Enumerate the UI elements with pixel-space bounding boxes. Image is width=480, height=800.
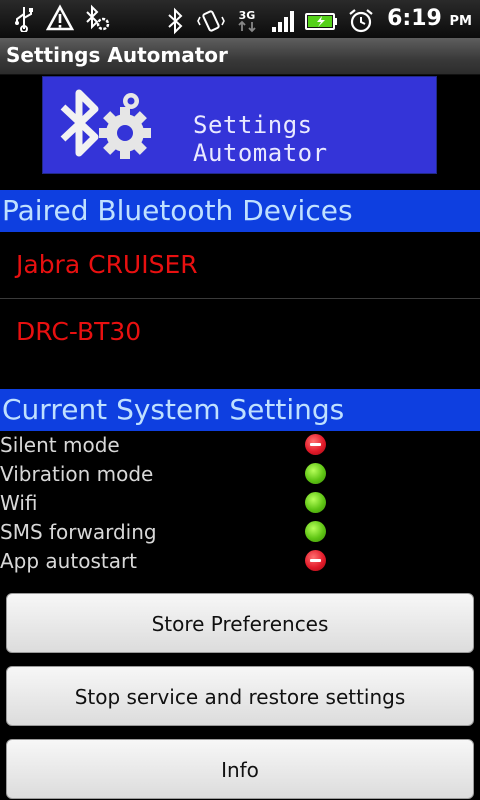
setting-label: Silent mode xyxy=(0,433,120,457)
app-banner: Settings Automator xyxy=(42,76,437,174)
app-title-bar: Settings Automator xyxy=(0,38,480,75)
paired-devices-header: Paired Bluetooth Devices xyxy=(0,190,480,232)
setting-label: Wifi xyxy=(0,491,38,515)
vibrate-icon xyxy=(197,9,226,32)
usb-icon xyxy=(15,7,33,32)
setting-row-silent-mode: Silent mode xyxy=(0,431,480,460)
app-title: Settings Automator xyxy=(6,43,228,67)
status-bar: 3G 6:19 PM xyxy=(0,0,480,38)
3g-icon: 3G xyxy=(238,9,256,32)
bluetooth-gear-logo xyxy=(60,89,151,159)
device-name: Jabra CRUISER xyxy=(16,250,198,279)
setting-row-vibration-mode: Vibration mode xyxy=(0,460,480,489)
status-off-icon xyxy=(305,434,326,455)
svg-text:3G: 3G xyxy=(239,9,256,22)
setting-row-sms-forwarding: SMS forwarding xyxy=(0,518,480,547)
setting-row-wifi: Wifi xyxy=(0,489,480,518)
info-button[interactable]: Info xyxy=(6,739,474,799)
status-off-icon xyxy=(305,550,326,571)
current-settings-header: Current System Settings xyxy=(0,389,480,431)
list-item-device[interactable]: Jabra CRUISER xyxy=(0,232,480,299)
list-item-device[interactable]: DRC-BT30 xyxy=(0,299,480,365)
status-on-icon xyxy=(305,463,326,484)
status-clock: 6:19 PM xyxy=(387,6,472,31)
warning-icon xyxy=(46,4,74,31)
banner-text: Settings Automator xyxy=(193,111,328,167)
setting-label: SMS forwarding xyxy=(0,520,157,544)
setting-row-app-autostart: App autostart xyxy=(0,547,480,576)
stop-service-button[interactable]: Stop service and restore settings xyxy=(6,666,474,726)
battery-icon xyxy=(305,12,338,30)
signal-icon xyxy=(272,10,295,32)
store-preferences-button[interactable]: Store Preferences xyxy=(6,593,474,653)
status-on-icon xyxy=(305,492,326,513)
alarm-icon xyxy=(349,8,373,32)
status-on-icon xyxy=(305,521,326,542)
setting-label: Vibration mode xyxy=(0,462,154,486)
bluetooth-icon xyxy=(168,7,183,34)
setting-label: App autostart xyxy=(0,549,138,573)
device-name: DRC-BT30 xyxy=(16,317,142,346)
bluetooth-settings-icon xyxy=(86,4,110,31)
